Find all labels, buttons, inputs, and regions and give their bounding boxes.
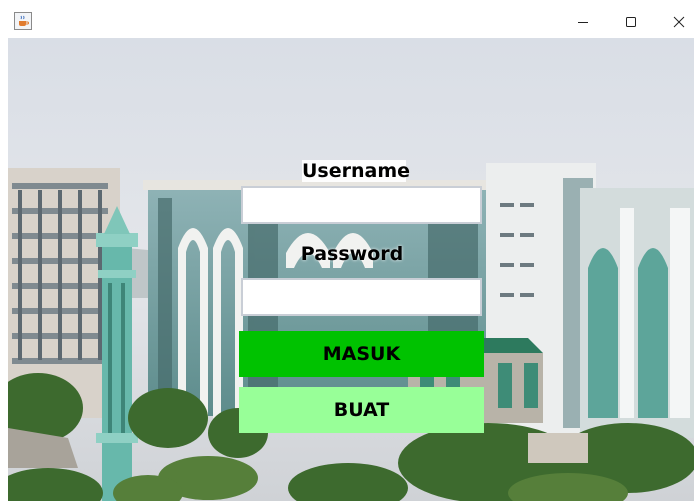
close-button[interactable] [656,6,694,38]
minimize-icon [578,22,588,23]
password-input[interactable] [241,278,482,316]
username-label: Username [302,160,411,182]
masuk-button[interactable]: MASUK [239,331,484,377]
content-pane: Username Password MASUK BUAT [8,38,694,501]
maximize-button[interactable] [608,6,654,38]
password-label: Password [300,243,404,265]
maximize-icon [626,17,636,27]
java-cup-icon [14,12,32,30]
buat-button[interactable]: BUAT [239,387,484,433]
username-input[interactable] [241,186,482,224]
title-bar[interactable] [8,6,694,38]
close-icon [673,16,685,28]
login-window: Username Password MASUK BUAT [8,6,694,501]
minimize-button[interactable] [560,6,606,38]
